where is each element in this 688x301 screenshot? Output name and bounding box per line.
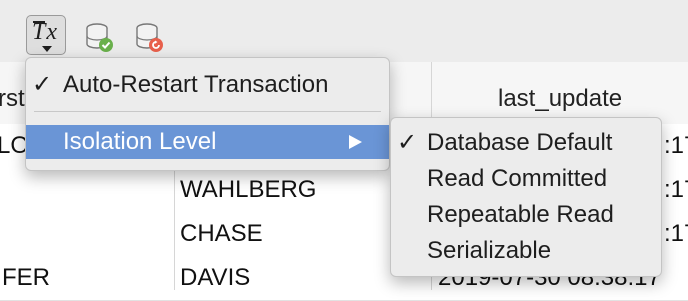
menu-item-label: Isolation Level	[63, 128, 217, 155]
transaction-mode-button[interactable]: Tx	[26, 15, 66, 55]
tx-label: Tx	[32, 19, 58, 45]
submenu-item-read-committed[interactable]: Read Committed	[391, 162, 661, 196]
column-header-last-update[interactable]: last_update	[498, 62, 622, 124]
menu-item-label: Serializable	[427, 237, 552, 264]
table-cell: :17	[664, 220, 688, 247]
database-commit-icon[interactable]	[84, 22, 116, 59]
submenu-item-repeatable-read[interactable]: Repeatable Read	[391, 198, 661, 232]
menu-item-label: Database Default	[427, 129, 613, 156]
table-cell: FER	[2, 264, 50, 291]
checkmark-icon: ✓	[32, 71, 53, 98]
isolation-level-submenu: ✓ Database Default Read Committed Repeat…	[390, 117, 662, 277]
table-cell: :17	[664, 176, 688, 203]
transaction-menu: ✓ Auto-Restart Transaction Isolation Lev…	[25, 57, 390, 171]
column-header-first-name[interactable]: rst	[0, 62, 25, 124]
menu-separator	[34, 111, 381, 112]
submenu-item-serializable[interactable]: Serializable	[391, 234, 661, 268]
checkmark-icon: ✓	[397, 129, 418, 156]
menu-item-label: Repeatable Read	[427, 201, 614, 228]
table-cell: DAVIS	[180, 264, 251, 291]
submenu-arrow-icon	[349, 135, 362, 149]
menu-item-auto-restart[interactable]: ✓ Auto-Restart Transaction	[26, 68, 389, 102]
table-cell: CHASE	[180, 220, 263, 247]
dropdown-arrow-icon	[42, 46, 52, 52]
toolbar: Tx	[0, 0, 688, 62]
table-cell: WAHLBERG	[180, 176, 317, 203]
menu-item-label: Auto-Restart Transaction	[63, 71, 329, 98]
menu-item-isolation-level[interactable]: Isolation Level	[26, 125, 389, 159]
table-cell: :17	[664, 132, 688, 159]
submenu-item-database-default[interactable]: ✓ Database Default	[391, 126, 661, 160]
database-rollback-icon[interactable]	[134, 22, 166, 59]
menu-item-label: Read Committed	[427, 165, 608, 192]
